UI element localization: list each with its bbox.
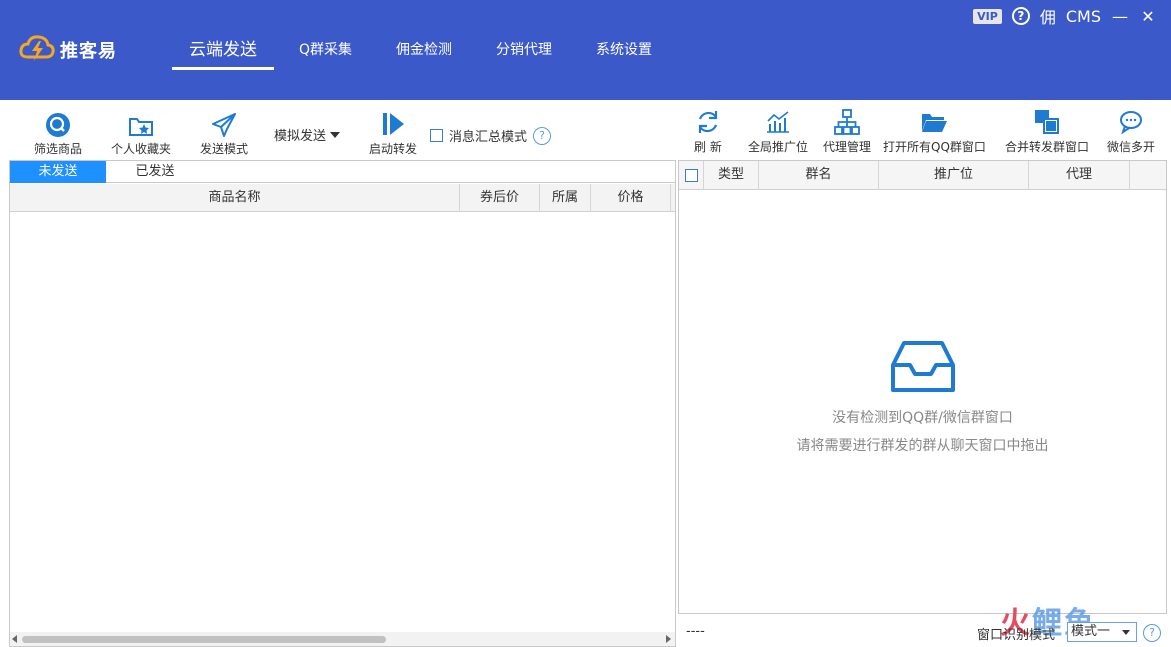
msg-summary-label: 消息汇总模式 [449,130,528,145]
column-type[interactable]: 类型 [704,161,759,190]
select-all-cell [679,161,704,190]
wechat-multi-label: 微信多开 [1107,140,1156,154]
tab-sent[interactable]: 已发送 [106,161,204,183]
goods-table-header: 商品名称 券后价 所属 价格 [10,184,675,212]
scrollbar-thumb[interactable] [22,636,386,643]
nav-tab-qgroup-collect[interactable]: Q群采集 [299,36,352,70]
column-goods-name[interactable]: 商品名称 [10,184,460,212]
send-mode-label: 发送模式 [200,142,249,156]
send-status-tabs: 未发送 已发送 [10,161,675,183]
mode-help-icon[interactable]: ? [1143,624,1161,642]
msg-summary-help-icon[interactable]: ? [533,126,552,145]
app-window: 推客易 云端发送 Q群采集 佣金检测 分销代理 系统设置 VIP ? 佣 CMS… [0,0,1171,647]
start-forward-label: 启动转发 [369,142,418,156]
search-circle-icon [45,112,71,140]
start-forward-button[interactable]: 启动转发 [369,110,417,157]
play-icon [379,110,407,140]
title-bar: 推客易 云端发送 Q群采集 佣金检测 分销代理 系统设置 VIP ? 佣 CMS… [0,0,1171,100]
tab-unsent[interactable]: 未发送 [10,161,106,183]
vip-badge[interactable]: VIP [973,8,1002,24]
app-logo-text: 推客易 [60,41,117,62]
horizontal-scrollbar[interactable] [10,632,675,646]
column-group-name[interactable]: 群名 [759,161,879,190]
app-logo: 推客易 [18,33,117,67]
chevron-down-icon [1122,629,1130,635]
column-belongs[interactable]: 所属 [540,184,591,212]
column-price[interactable]: 价格 [591,184,671,212]
inbox-icon [890,339,956,399]
merge-windows-label: 合并转发群窗口 [1005,140,1090,154]
folder-star-icon [127,112,155,140]
paper-plane-icon [210,112,238,140]
commission-button[interactable]: 佣 [1040,4,1056,28]
refresh-icon [695,108,721,138]
open-folder-icon [920,108,948,138]
merge-windows-icon [1033,108,1061,138]
chat-bubble-icon [1117,108,1145,138]
close-button[interactable]: ✕ [1139,7,1157,26]
scroll-right-icon[interactable] [666,635,671,643]
filter-goods-button[interactable]: 筛选商品 [34,112,82,157]
column-promo-position[interactable]: 推广位 [879,161,1029,190]
scroll-left-icon[interactable] [12,635,17,643]
nav-tab-distribution-agent[interactable]: 分销代理 [496,36,552,70]
help-icon[interactable]: ? [1011,7,1030,25]
nav-tab-cloud-send[interactable]: 云端发送 [172,36,274,70]
open-all-qq-label: 打开所有QQ群窗口 [883,140,986,154]
favorites-button[interactable]: 个人收藏夹 [111,112,171,157]
refresh-button[interactable]: 刷 新 [694,108,722,155]
global-promo-label: 全局推广位 [748,140,809,154]
group-panel: 类型 群名 推广位 代理 没有检测到QQ群/微信群窗口 请将需要进行群发的群从聊… [678,160,1167,614]
open-all-qq-button[interactable]: 打开所有QQ群窗口 [883,108,986,155]
column-agent[interactable]: 代理 [1029,161,1130,190]
window-controls: VIP ? 佣 CMS — ✕ [973,4,1157,28]
msg-summary-checkbox[interactable] [430,129,443,142]
recognition-mode-label: 窗口识别模式 [977,628,1056,643]
wechat-multi-button[interactable]: 微信多开 [1107,108,1155,155]
right-toolbar: 刷 新 全局推广位 代理管理 打开所有QQ群窗口 合并转发群窗口 微信多开 [676,100,1171,160]
empty-state: 没有检测到QQ群/微信群窗口 请将需要进行群发的群从聊天窗口中拖出 [679,404,1166,460]
goods-panel: 未发送 已发送 商品名称 券后价 所属 价格 [9,160,676,647]
lightning-cloud-icon [18,33,56,67]
empty-message-title: 没有检测到QQ群/微信群窗口 [832,410,1013,426]
global-promo-button[interactable]: 全局推广位 [748,108,808,155]
nav-tab-commission-check[interactable]: 佣金检测 [396,36,452,70]
simulate-send-label: 模拟发送 [274,129,327,144]
refresh-label: 刷 新 [694,140,722,154]
send-mode-button[interactable]: 发送模式 [200,112,248,157]
empty-message-hint: 请将需要进行群发的群从聊天窗口中拖出 [796,438,1049,454]
group-table-header: 类型 群名 推广位 代理 [679,161,1166,190]
chevron-down-icon [330,131,341,138]
nav-tab-system-settings[interactable]: 系统设置 [596,36,652,70]
cms-button[interactable]: CMS [1066,7,1101,26]
status-text: ---- [686,624,705,639]
org-chart-icon [833,108,861,138]
simulate-send-dropdown[interactable]: 模拟发送 [274,125,341,144]
chart-icon [764,108,792,138]
agent-manage-button[interactable]: 代理管理 [823,108,871,155]
minimize-button[interactable]: — [1111,7,1129,26]
main-nav: 云端发送 Q群采集 佣金检测 分销代理 系统设置 [172,36,696,70]
agent-manage-label: 代理管理 [823,140,872,154]
recognition-mode-value: 模式一 [1071,624,1111,639]
favorites-label: 个人收藏夹 [111,142,172,156]
left-toolbar: 筛选商品 个人收藏夹 发送模式 模拟发送 启动转发 消息汇总模式 ? [0,100,676,160]
msg-summary-option: 消息汇总模式 ? [430,126,552,145]
select-all-checkbox[interactable] [684,169,698,182]
recognition-mode-select[interactable]: 模式一 [1067,622,1137,642]
filter-goods-label: 筛选商品 [34,142,83,156]
merge-windows-button[interactable]: 合并转发群窗口 [1005,108,1089,155]
column-coupon-price[interactable]: 券后价 [460,184,540,212]
